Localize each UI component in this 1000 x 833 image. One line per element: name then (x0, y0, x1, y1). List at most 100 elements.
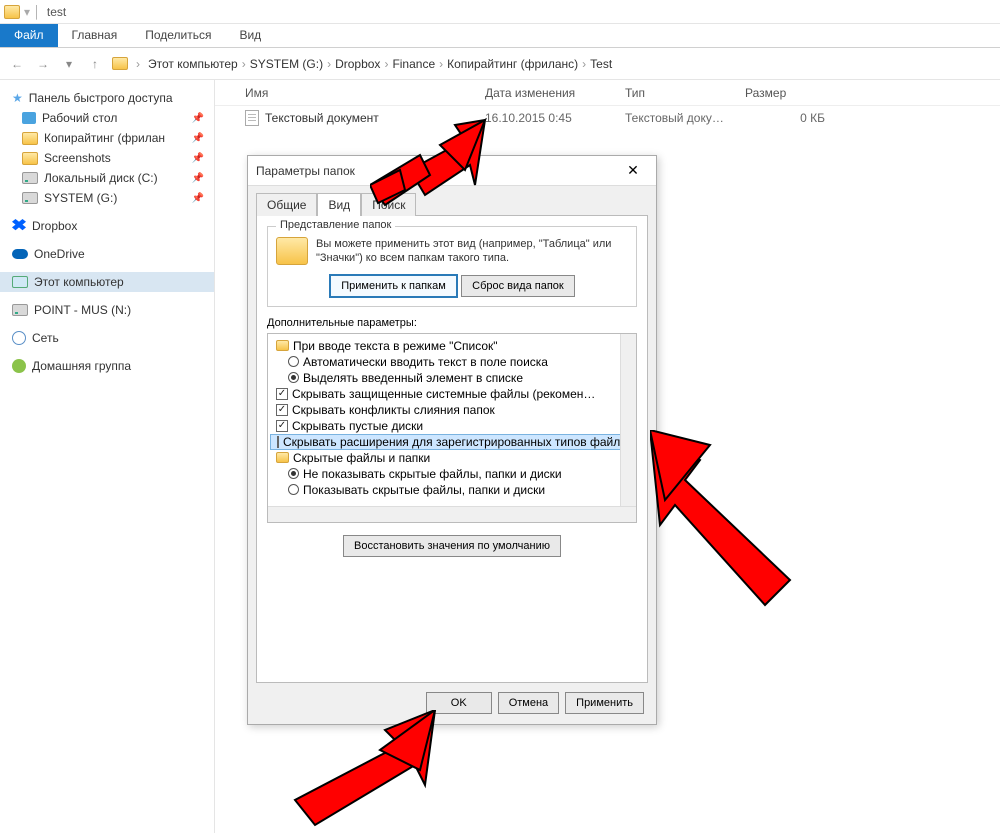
group-text: Вы можете применить этот вид (например, … (276, 237, 628, 266)
file-row[interactable]: Текстовый документ 16.10.2015 0:45 Текст… (215, 106, 1000, 130)
window-titlebar: ▾ │ test (0, 0, 1000, 24)
column-headers[interactable]: Имя Дата изменения Тип Размер (215, 80, 1000, 106)
horizontal-scrollbar[interactable] (268, 506, 636, 522)
text-file-icon (245, 110, 259, 126)
tree-row[interactable]: Скрывать защищенные системные файлы (рек… (270, 386, 634, 402)
ribbon-tab-home[interactable]: Главная (58, 24, 132, 47)
cancel-button[interactable]: Отмена (498, 692, 559, 714)
crumb[interactable]: SYSTEM (G:) (250, 57, 323, 71)
sidebar-item[interactable]: Копирайтинг (фрилан📌 (0, 128, 214, 148)
sidebar-onedrive[interactable]: OneDrive (0, 244, 214, 264)
col-type[interactable]: Тип (625, 86, 745, 100)
sidebar-network[interactable]: Сеть (0, 328, 214, 348)
advanced-settings-tree[interactable]: При вводе текста в режиме "Список" Автом… (267, 333, 637, 523)
checkbox-icon[interactable] (276, 404, 288, 416)
tree-row[interactable]: Скрытые файлы и папки (270, 450, 634, 466)
tree-row[interactable]: Выделять введенный элемент в списке (270, 370, 634, 386)
onedrive-icon (12, 249, 28, 259)
tree-row-hide-extensions[interactable]: Скрывать расширения для зарегистрированн… (270, 434, 634, 450)
ribbon-file-tab[interactable]: Файл (0, 24, 58, 47)
tab-view[interactable]: Вид (317, 193, 361, 216)
radio-icon[interactable] (288, 356, 299, 367)
radio-icon[interactable] (288, 372, 299, 383)
reset-folders-button[interactable]: Сброс вида папок (461, 275, 575, 297)
tree-row[interactable]: Показывать скрытые файлы, папки и диски (270, 482, 634, 498)
folder-icon (276, 340, 289, 351)
nav-up-icon[interactable]: ↑ (86, 55, 104, 73)
sidebar-homegroup[interactable]: Домашняя группа (0, 356, 214, 376)
desktop-icon (22, 112, 36, 124)
folder-icon (4, 5, 20, 19)
tree-row[interactable]: Скрывать пустые диски (270, 418, 634, 434)
dialog-titlebar[interactable]: Параметры папок ✕ (248, 156, 656, 186)
drive-icon (22, 192, 38, 204)
radio-icon[interactable] (288, 484, 299, 495)
checkbox-icon[interactable] (276, 420, 288, 432)
checkbox-icon[interactable] (276, 388, 288, 400)
quick-access-bar: ▾ │ (24, 5, 41, 19)
folder-options-dialog: Параметры папок ✕ Общие Вид Поиск Предст… (247, 155, 657, 725)
nav-back-icon[interactable]: ← (8, 55, 26, 73)
vertical-scrollbar[interactable] (620, 334, 636, 506)
sidebar-quick-access[interactable]: ★Панель быстрого доступа (0, 88, 214, 108)
crumb[interactable]: Dropbox (335, 57, 380, 71)
dialog-title: Параметры папок (256, 164, 618, 178)
folder-icon (112, 57, 128, 70)
sidebar-item[interactable]: Screenshots📌 (0, 148, 214, 168)
dropbox-icon (12, 219, 26, 233)
folder-icon (22, 152, 38, 165)
breadcrumb[interactable]: Этот компьютер› SYSTEM (G:)› Dropbox› Fi… (148, 57, 612, 71)
pin-icon: 📌 (192, 173, 204, 184)
star-icon: ★ (12, 91, 23, 105)
apply-button[interactable]: Применить (565, 692, 644, 714)
col-date[interactable]: Дата изменения (485, 86, 625, 100)
sidebar-dropbox[interactable]: Dropbox (0, 216, 214, 236)
apply-to-folders-button[interactable]: Применить к папкам (329, 274, 458, 298)
homegroup-icon (12, 359, 26, 373)
pin-icon: 📌 (192, 113, 204, 124)
checkbox-icon[interactable] (277, 436, 279, 448)
window-title: test (47, 5, 66, 19)
sidebar-item[interactable]: Локальный диск (C:)📌 (0, 168, 214, 188)
dialog-tabs: Общие Вид Поиск (248, 186, 656, 215)
sidebar-this-pc[interactable]: Этот компьютер (0, 272, 214, 292)
pin-icon: 📌 (192, 193, 204, 204)
tree-row[interactable]: При вводе текста в режиме "Список" (270, 338, 634, 354)
nav-forward-icon[interactable]: → (34, 55, 52, 73)
drive-icon (12, 304, 28, 316)
dialog-body: Представление папок Вы можете применить … (256, 215, 648, 683)
tree-row[interactable]: Скрывать конфликты слияния папок (270, 402, 634, 418)
nav-history-icon[interactable]: ▾ (60, 55, 78, 73)
tab-search[interactable]: Поиск (361, 193, 416, 216)
ribbon: Файл Главная Поделиться Вид (0, 24, 1000, 48)
crumb[interactable]: Finance (392, 57, 435, 71)
network-icon (12, 331, 26, 345)
tree-row[interactable]: Автоматически вводить текст в поле поиск… (270, 354, 634, 370)
tree-row[interactable]: Не показывать скрытые файлы, папки и дис… (270, 466, 634, 482)
crumb[interactable]: Этот компьютер (148, 57, 238, 71)
dialog-footer: OK Отмена Применить (426, 692, 644, 714)
folder-icon (276, 452, 289, 463)
drive-icon (22, 172, 38, 184)
ok-button[interactable]: OK (426, 692, 492, 714)
col-size[interactable]: Размер (745, 86, 825, 100)
folder-icon (22, 132, 38, 145)
close-icon[interactable]: ✕ (618, 162, 648, 179)
ribbon-tab-view[interactable]: Вид (225, 24, 275, 47)
folder-views-group: Представление папок Вы можете применить … (267, 226, 637, 307)
group-legend: Представление папок (276, 219, 395, 231)
sidebar-item[interactable]: Рабочий стол📌 (0, 108, 214, 128)
col-name[interactable]: Имя (245, 86, 485, 100)
tab-general[interactable]: Общие (256, 193, 317, 216)
restore-defaults-button[interactable]: Восстановить значения по умолчанию (343, 535, 561, 557)
crumb[interactable]: Test (590, 57, 612, 71)
monitor-icon (12, 276, 28, 288)
navigation-pane: ★Панель быстрого доступа Рабочий стол📌 К… (0, 80, 215, 833)
radio-icon[interactable] (288, 468, 299, 479)
sidebar-item[interactable]: SYSTEM (G:)📌 (0, 188, 214, 208)
sidebar-network-drive[interactable]: POINT - MUS (N:) (0, 300, 214, 320)
ribbon-tab-share[interactable]: Поделиться (131, 24, 225, 47)
advanced-label: Дополнительные параметры: (267, 317, 637, 329)
crumb[interactable]: Копирайтинг (фриланс) (447, 57, 578, 71)
pin-icon: 📌 (192, 133, 204, 144)
